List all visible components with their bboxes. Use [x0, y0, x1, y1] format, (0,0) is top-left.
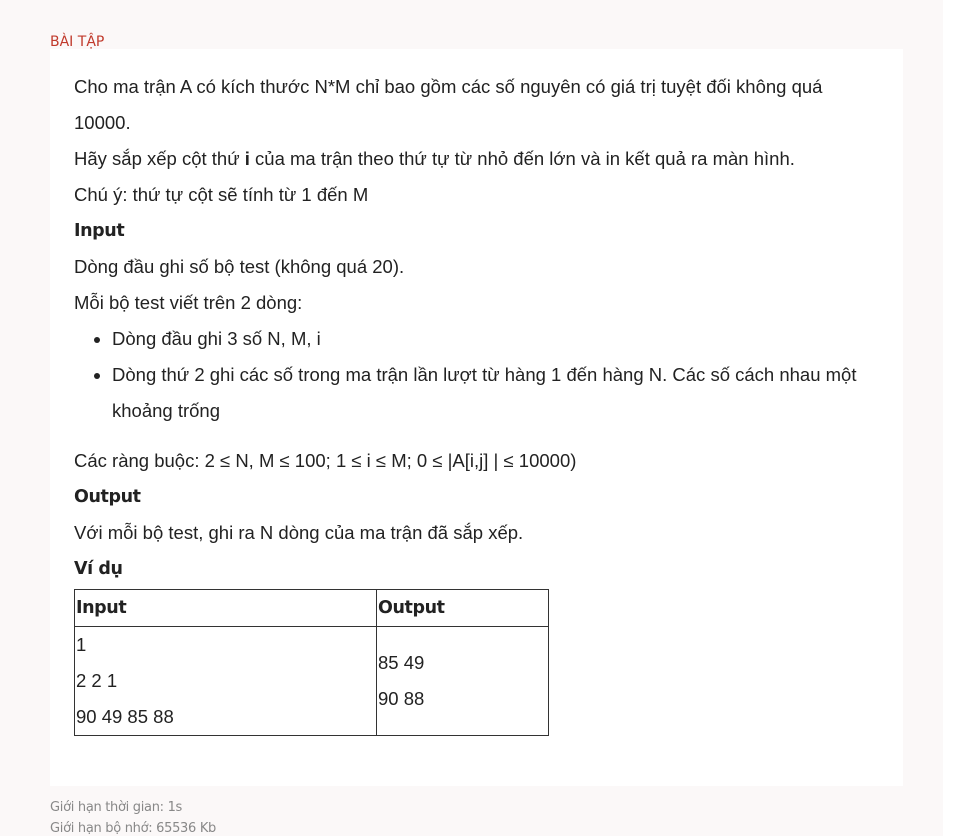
intro-line-1: Cho ma trận A có kích thước N*M chỉ bao … — [74, 76, 823, 97]
intro-line-2: 10000. — [74, 112, 131, 133]
input-heading: Input — [74, 221, 125, 241]
example-heading: Ví dụ — [74, 559, 123, 579]
table-header-row: Input Output — [74, 589, 549, 627]
problem-card: Cho ma trận A có kích thước N*M chỉ bao … — [50, 49, 903, 786]
task-statement: Hãy sắp xếp cột thứ i của ma trận theo t… — [74, 141, 886, 177]
example-input-line: 90 49 85 88 — [76, 706, 174, 727]
page: BÀI TẬP Cho ma trận A có kích thước N*M … — [0, 0, 978, 836]
output-line: Với mỗi bộ test, ghi ra N dòng của ma tr… — [74, 522, 524, 543]
example-input-cell: 1 2 2 1 90 49 85 88 — [74, 626, 377, 736]
table-header-input: Input — [74, 589, 377, 627]
example-output-line: 90 88 — [378, 688, 425, 709]
input-line-2: Mỗi bộ test viết trên 2 dòng: — [74, 292, 303, 313]
task-suffix: của ma trận theo thứ tự từ nhỏ đến lớn v… — [249, 148, 795, 169]
example-input-line: 2 2 1 — [76, 670, 118, 691]
constraints: Các ràng buộc: 2 ≤ N, M ≤ 100; 1 ≤ i ≤ M… — [74, 450, 577, 471]
memory-limit: Giới hạn bộ nhớ: 65536 Kb — [50, 821, 217, 836]
table-header-output: Output — [376, 589, 549, 627]
list-item: Dòng đầu ghi 3 số N, M, i — [112, 321, 886, 357]
example-table: Input Output 1 2 2 1 90 49 85 88 85 49 9… — [74, 589, 549, 736]
note: Chú ý: thứ tự cột sẽ tính từ 1 đến M — [74, 184, 369, 205]
example-output-line: 85 49 — [378, 652, 425, 673]
list-item: Dòng thứ 2 ghi các số trong ma trận lần … — [112, 357, 886, 429]
section-label: BÀI TẬP — [50, 34, 105, 50]
example-input-line: 1 — [76, 634, 87, 655]
problem-statement: Cho ma trận A có kích thước N*M chỉ bao … — [74, 69, 886, 736]
table-row: 1 2 2 1 90 49 85 88 85 49 90 88 — [74, 626, 549, 736]
example-output-cell: 85 49 90 88 — [376, 626, 549, 736]
right-margin-strip — [943, 0, 978, 836]
input-line-1: Dòng đầu ghi số bộ test (không quá 20). — [74, 256, 405, 277]
time-limit: Giới hạn thời gian: 1s — [50, 800, 183, 815]
input-bullet-list: Dòng đầu ghi 3 số N, M, i Dòng thứ 2 ghi… — [74, 321, 886, 429]
task-prefix: Hãy sắp xếp cột thứ — [74, 148, 245, 169]
output-heading: Output — [74, 487, 141, 507]
